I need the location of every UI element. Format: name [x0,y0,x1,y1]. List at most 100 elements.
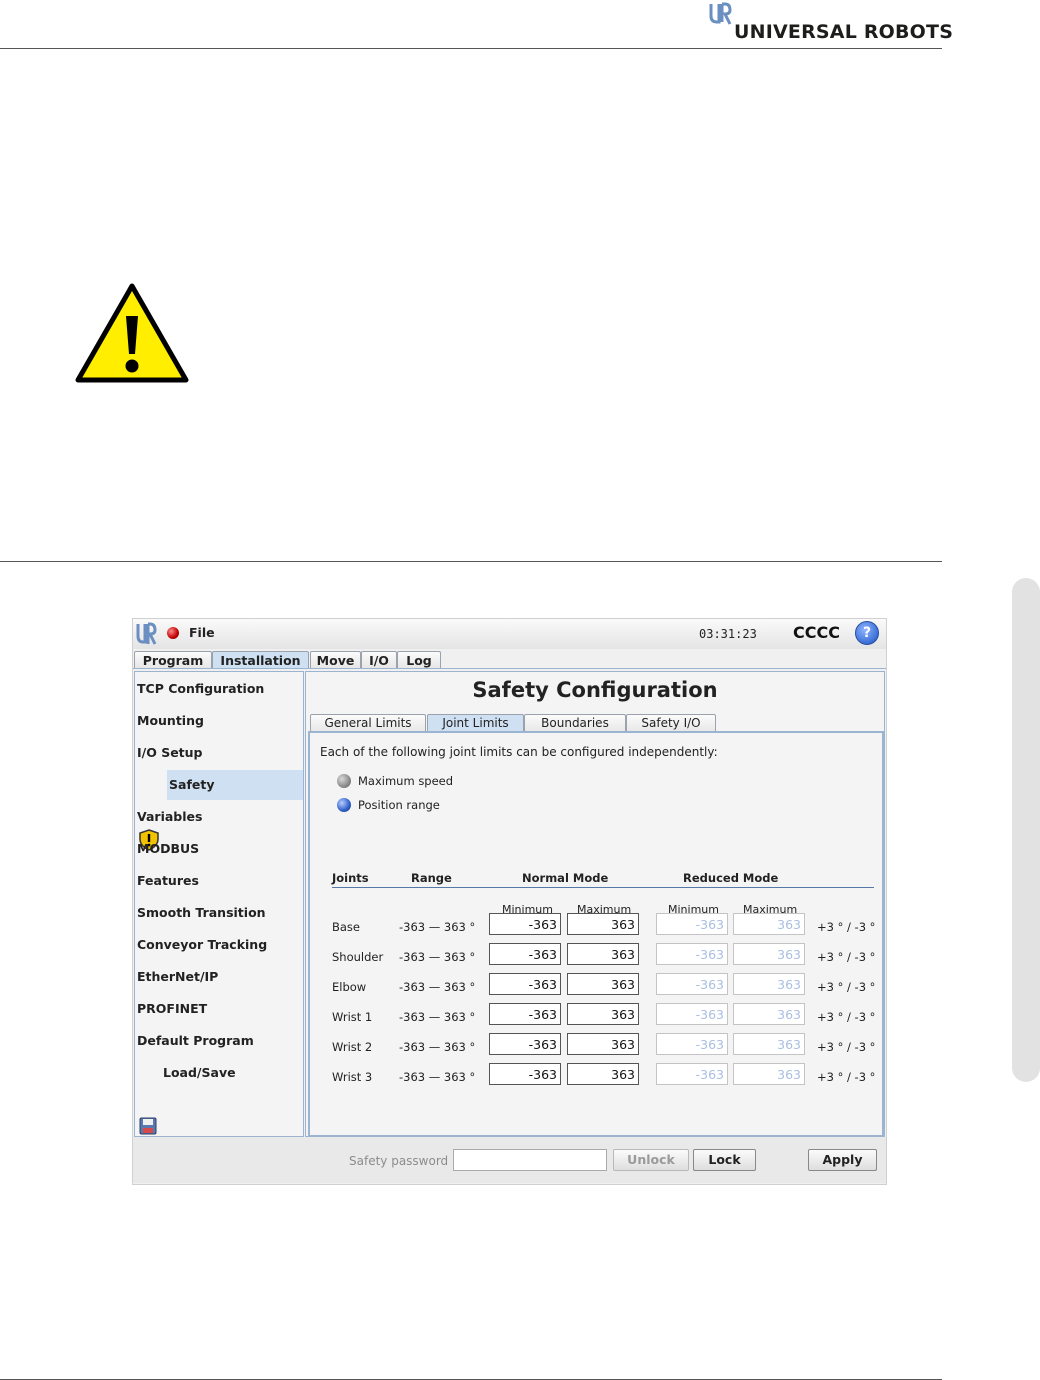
sidebar-item-modbus[interactable]: MODBUS [137,834,199,864]
tab-safety-io[interactable]: Safety I/O [626,714,716,731]
help-icon[interactable]: ? [855,621,879,645]
tab-log[interactable]: Log [397,651,441,669]
sidebar-item-default-program[interactable]: Default Program [137,1026,254,1056]
radio-label-maximum-speed: Maximum speed [358,774,454,788]
joint-limits-panel: Each of the following joint limits can b… [308,731,884,1137]
reduced-min-field[interactable]: -363 [656,943,728,965]
tab-general-limits[interactable]: General Limits [310,714,426,731]
lock-button[interactable]: Lock [693,1149,756,1171]
joint-name: Base [332,920,361,934]
sidebar-item-tcp-configuration[interactable]: TCP Configuration [137,674,264,704]
reduced-min-field[interactable]: -363 [656,913,728,935]
tab-joint-limits[interactable]: Joint Limits [427,714,524,731]
tab-installation[interactable]: Installation [212,651,309,669]
joint-tolerance: +3 ° / -3 ° [817,1040,876,1054]
joint-name: Elbow [332,980,367,994]
column-header-range: Range [411,871,452,885]
normal-max-field[interactable]: 363 [567,1003,639,1025]
joint-tolerance: +3 ° / -3 ° [817,950,876,964]
sidebar-item-smooth-transition[interactable]: Smooth Transition [137,898,266,928]
joint-range: -363 — 363 ° [399,950,476,964]
sidebar-item-profinet[interactable]: PROFINET [137,994,207,1024]
joint-range: -363 — 363 ° [399,1010,476,1024]
normal-min-field[interactable]: -363 [489,913,561,935]
intro-text: Each of the following joint limits can b… [320,745,718,759]
sidebar-item-io-setup[interactable]: I/O Setup [137,738,203,768]
joint-name: Wrist 3 [332,1070,373,1084]
sidebar-item-variables[interactable]: Variables [137,802,202,832]
safety-password-label: Safety password [349,1154,449,1168]
safety-configuration-panel: Safety Configuration General Limits Join… [305,671,885,1137]
sidebar-item-conveyor-tracking[interactable]: Conveyor Tracking [137,930,267,960]
normal-max-field[interactable]: 363 [567,913,639,935]
clock: 03:31:23 [699,627,757,641]
tab-program[interactable]: Program [134,651,212,669]
joint-range: -363 — 363 ° [399,920,476,934]
ur-logo-icon [709,2,732,25]
joint-range: -363 — 363 ° [399,1040,476,1054]
sidebar-item-load-save[interactable]: Load/Save [163,1058,236,1088]
polyscope-screenshot: File 03:31:23 CCCC ? Program Installatio… [132,618,887,1185]
joint-name: Shoulder [332,950,384,964]
file-menu[interactable]: File [189,625,215,640]
normal-min-field[interactable]: -363 [489,973,561,995]
tab-io[interactable]: I/O [361,651,397,669]
joint-name: Wrist 1 [332,1010,373,1024]
safety-bottom-bar: Safety password Unlock Lock Apply [133,1137,886,1183]
radio-label-position-range: Position range [358,798,440,812]
joint-tolerance: +3 ° / -3 ° [817,1010,876,1024]
floppy-disk-icon [139,1117,157,1135]
joint-name: Wrist 2 [332,1040,373,1054]
reduced-max-field[interactable]: 363 [733,943,805,965]
ur-app-icon[interactable] [135,622,157,646]
joint-range: -363 — 363 ° [399,980,476,994]
tab-move[interactable]: Move [310,651,361,669]
column-header-normal-mode: Normal Mode [522,871,609,885]
sidebar-item-safety[interactable]: Safety [167,770,303,800]
reduced-min-field[interactable]: -363 [656,1003,728,1025]
installation-sidebar: TCP Configuration Mounting I/O Setup Saf… [134,671,304,1137]
column-header-reduced-mode: Reduced Mode [683,871,779,885]
reduced-max-field[interactable]: 363 [733,973,805,995]
apply-button[interactable]: Apply [808,1149,877,1171]
normal-min-field[interactable]: -363 [489,1033,561,1055]
joint-tolerance: +3 ° / -3 ° [817,980,876,994]
universal-robots-logo: UNIVERSAL ROBOTS [708,2,953,46]
sidebar-item-features[interactable]: Features [137,866,199,896]
reduced-max-field[interactable]: 363 [733,1003,805,1025]
radio-maximum-speed[interactable] [337,774,351,788]
normal-max-field[interactable]: 363 [567,973,639,995]
safety-password-input[interactable] [453,1149,607,1171]
radio-position-range[interactable] [337,798,351,812]
joint-range: -363 — 363 ° [399,1070,476,1084]
tab-boundaries[interactable]: Boundaries [524,714,626,731]
title-bar: File 03:31:23 CCCC ? [133,619,886,649]
normal-max-field[interactable]: 363 [567,943,639,965]
reduced-min-field[interactable]: -363 [656,973,728,995]
reduced-min-field[interactable]: -363 [656,1033,728,1055]
page-title: Safety Configuration [472,678,718,702]
column-header-joints: Joints [332,871,369,885]
reduced-max-field[interactable]: 363 [733,1063,805,1085]
header-rule [0,48,942,49]
sidebar-item-mounting[interactable]: Mounting [137,706,204,736]
header-divider [332,887,874,888]
normal-min-field[interactable]: -363 [489,1003,561,1025]
joint-tolerance: +3 ° / -3 ° [817,1070,876,1084]
reduced-max-field[interactable]: 363 [733,1033,805,1055]
robot-name: CCCC [793,623,840,642]
reduced-min-field[interactable]: -363 [656,1063,728,1085]
led-red-icon [167,627,179,639]
normal-max-field[interactable]: 363 [567,1063,639,1085]
normal-min-field[interactable]: -363 [489,943,561,965]
brand-name: UNIVERSAL ROBOTS [734,21,954,43]
unlock-button[interactable]: Unlock [613,1149,689,1171]
chapter-thumb-tab [1012,578,1040,1082]
section-rule [0,561,942,562]
tab-strip-line [133,668,886,669]
normal-max-field[interactable]: 363 [567,1033,639,1055]
sidebar-item-ethernet-ip[interactable]: EtherNet/IP [137,962,218,992]
warning-triangle-icon [75,283,189,383]
reduced-max-field[interactable]: 363 [733,913,805,935]
normal-min-field[interactable]: -363 [489,1063,561,1085]
